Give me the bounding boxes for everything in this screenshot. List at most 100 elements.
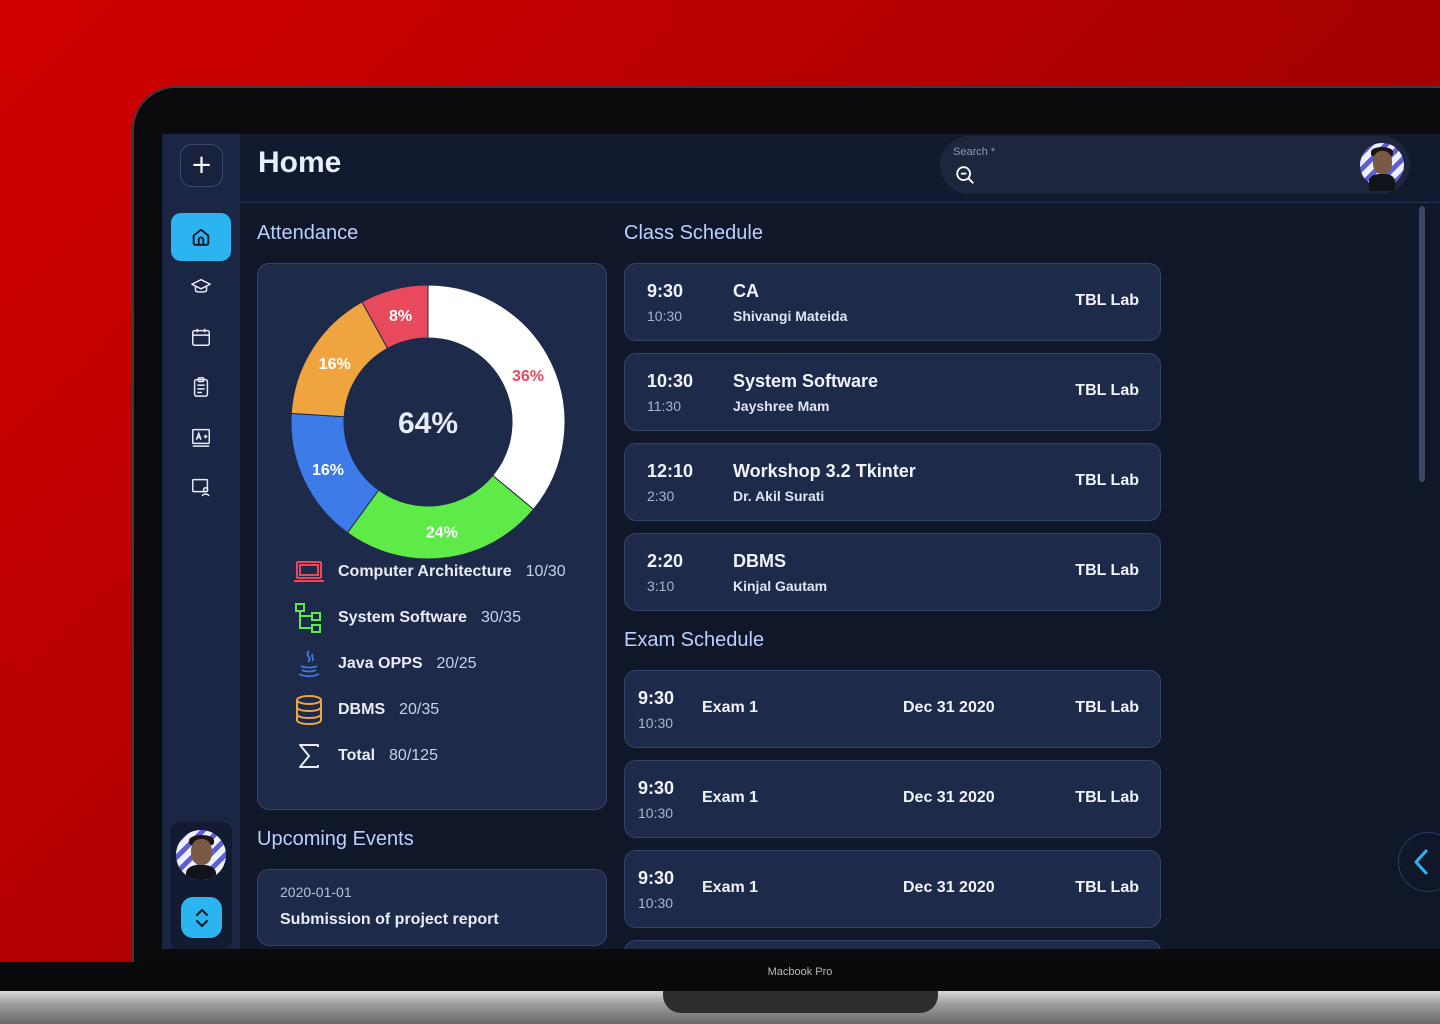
sigma-icon — [292, 741, 326, 771]
chevron-up-down-icon — [195, 908, 208, 927]
sidebar-item-classroom[interactable] — [171, 463, 231, 511]
exam-name: Exam 1 — [702, 699, 759, 716]
class-room: TBL Lab — [1075, 292, 1139, 309]
subject-attendance-value: 30/35 — [480, 609, 521, 626]
donut-center-label: 64% — [398, 407, 458, 440]
home-icon — [192, 228, 210, 246]
attendance-legend-row: Total 80/125 — [292, 741, 438, 771]
event-text: Submission of project report — [280, 911, 499, 928]
exam-card-partial[interactable] — [624, 940, 1161, 949]
user-avatar[interactable] — [1360, 143, 1404, 192]
add-button[interactable]: + — [180, 144, 223, 187]
exam-card[interactable]: 9:30 10:30 Exam 1 Dec 31 2020 TBL Lab — [624, 760, 1161, 838]
subject-attendance-value: 20/25 — [436, 655, 477, 672]
search-label: Search * — [953, 146, 996, 158]
device-label: Macbook Pro — [767, 966, 833, 978]
tree-icon — [292, 603, 326, 633]
class-start-time: 10:30 — [647, 371, 694, 391]
clipboard-icon — [193, 377, 209, 397]
database-icon — [292, 695, 326, 726]
java-icon — [292, 649, 326, 679]
sidebar-item-home[interactable] — [171, 213, 231, 261]
exam-start-time: 9:30 — [638, 688, 675, 708]
class-room: TBL Lab — [1075, 472, 1139, 489]
subject-name: Java OPPS — [338, 655, 423, 672]
class-card[interactable]: 12:10 2:30 Workshop 3.2 Tkinter Dr. Akil… — [624, 443, 1161, 521]
attendance-legend-row: DBMS 20/35 — [292, 695, 439, 726]
class-end-time: 2:30 — [647, 488, 675, 504]
attendance-title: Attendance — [257, 222, 359, 244]
exam-room: TBL Lab — [1075, 789, 1139, 806]
pie-slice-label: 36% — [512, 368, 544, 385]
exam-start-time: 9:30 — [638, 868, 675, 888]
exam-end-time: 10:30 — [638, 895, 674, 911]
exam-date: Dec 31 2020 — [903, 879, 995, 896]
avatar[interactable] — [176, 830, 226, 880]
sidebar: + — [162, 134, 240, 949]
plus-icon: + — [190, 150, 213, 180]
exam-room: TBL Lab — [1075, 699, 1139, 716]
event-card[interactable]: 2020-01-01 Submission of project report — [257, 869, 607, 946]
calendar-icon — [192, 328, 210, 346]
attendance-legend-row: System Software 30/35 — [292, 603, 521, 633]
class-teacher: Jayshree Mam — [733, 398, 830, 414]
pie-slice-label: 8% — [389, 308, 412, 325]
class-teacher: Dr. Akil Surati — [733, 488, 825, 504]
search-icon[interactable] — [954, 164, 976, 186]
sidebar-profile — [170, 822, 232, 949]
class-card[interactable]: 9:30 10:30 CA Shivangi Mateida TBL Lab — [624, 263, 1161, 341]
class-title: CA — [733, 281, 759, 301]
subject-name: System Software — [338, 609, 467, 626]
laptop-icon — [292, 557, 326, 587]
expand-button[interactable] — [181, 897, 222, 938]
exam-date: Dec 31 2020 — [903, 699, 995, 716]
class-teacher: Kinjal Gautam — [733, 578, 828, 594]
sidebar-item-assignments[interactable] — [171, 363, 231, 411]
exam-name: Exam 1 — [702, 789, 759, 806]
attendance-donut-chart: 36% 24% 16% 16% 8% 64% — [291, 285, 565, 559]
search-box[interactable]: Search * — [940, 136, 1410, 194]
sidebar-item-courses[interactable] — [171, 263, 231, 311]
sidebar-header: + — [162, 134, 240, 202]
events-title: Upcoming Events — [257, 828, 414, 850]
class-end-time: 11:30 — [647, 398, 681, 414]
class-teacher: Shivangi Mateida — [733, 308, 848, 324]
class-room: TBL Lab — [1075, 382, 1139, 399]
pie-slice-label: 16% — [319, 356, 351, 373]
class-card[interactable]: 2:20 3:10 DBMS Kinjal Gautam TBL Lab — [624, 533, 1161, 611]
subject-name: Computer Architecture — [338, 563, 512, 580]
exam-schedule-title: Exam Schedule — [624, 629, 765, 651]
laptop-notch — [663, 991, 938, 1013]
attendance-card: 36% 24% 16% 16% 8% 64% Computer Architecture 1… — [257, 263, 607, 810]
class-end-time: 10:30 — [647, 308, 683, 324]
class-title: Workshop 3.2 Tkinter — [733, 461, 916, 481]
graduation-cap-icon — [191, 278, 211, 293]
class-title: DBMS — [733, 551, 786, 571]
exam-end-time: 10:30 — [638, 805, 674, 821]
class-room: TBL Lab — [1075, 562, 1139, 579]
exam-name: Exam 1 — [702, 879, 759, 896]
top-bar: Home Search * — [240, 134, 1440, 203]
exam-start-time: 9:30 — [638, 778, 675, 798]
exam-room: TBL Lab — [1075, 879, 1139, 896]
class-schedule-title: Class Schedule — [624, 222, 763, 244]
page-title: Home — [258, 146, 342, 179]
scrollbar-thumb[interactable] — [1419, 206, 1425, 482]
chevron-left-icon — [1414, 849, 1428, 875]
grade-board-icon — [192, 428, 210, 447]
sidebar-item-calendar[interactable] — [171, 313, 231, 361]
attendance-legend-row: Java OPPS 20/25 — [292, 649, 477, 679]
pie-slice — [427, 285, 565, 511]
class-title: System Software — [733, 371, 879, 391]
teacher-board-icon — [192, 478, 210, 497]
sidebar-item-grades[interactable] — [171, 413, 231, 461]
subject-attendance-value: 80/125 — [389, 747, 438, 764]
pie-slice-label: 24% — [426, 525, 458, 542]
exam-card[interactable]: 9:30 10:30 Exam 1 Dec 31 2020 TBL Lab — [624, 670, 1161, 748]
class-card[interactable]: 10:30 11:30 System Software Jayshree Mam… — [624, 353, 1161, 431]
subject-name: Total — [338, 747, 376, 764]
attendance-legend-row: Computer Architecture 10/30 — [292, 557, 566, 587]
exam-card[interactable]: 9:30 10:30 Exam 1 Dec 31 2020 TBL Lab — [624, 850, 1161, 928]
search-input[interactable] — [980, 162, 1340, 186]
class-start-time: 2:20 — [647, 551, 684, 571]
